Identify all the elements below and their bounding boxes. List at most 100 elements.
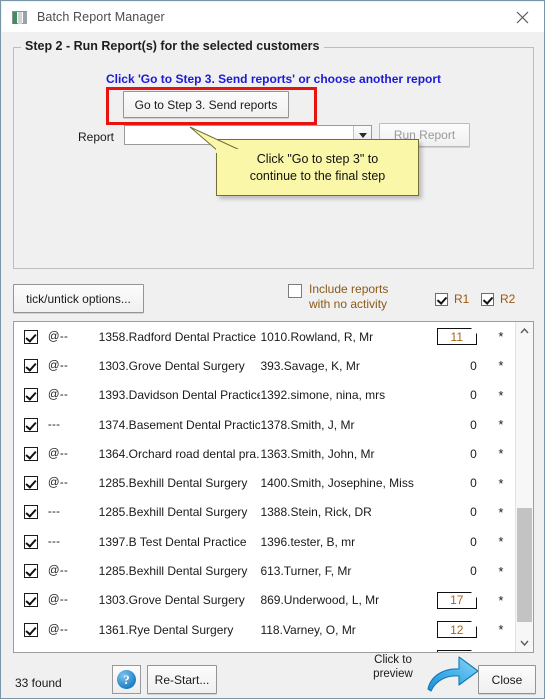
close-button[interactable]: Close (478, 665, 536, 694)
r1-checkbox[interactable] (435, 292, 448, 306)
row-person: 118.Varney, O, Mr (260, 622, 356, 637)
table-row[interactable]: @-- 1285.Bexhill Dental Surgery 1400.Smith… (14, 468, 515, 497)
table-row[interactable]: @-- 1303.Grove Dental Surgery 869.Underwoo… (14, 586, 515, 615)
row-checkbox[interactable] (23, 622, 38, 637)
r2-option[interactable]: R2 (481, 292, 515, 306)
window-title: Batch Report Manager (37, 10, 165, 24)
callout-line-1: Click "Go to step 3" to (256, 151, 379, 166)
row-person: 1363.Smith, John, Mr (260, 446, 375, 461)
row-checkbox[interactable] (23, 534, 38, 549)
include-no-activity-label-line2: with no activity (309, 297, 388, 311)
row-customer: 1285.Bexhill Dental Surgery (98, 476, 248, 491)
row-flag: --- (47, 418, 61, 431)
row-note-asterisk[interactable]: * (487, 446, 515, 461)
row-note-asterisk[interactable]: * (487, 564, 515, 579)
row-note-asterisk[interactable]: * (487, 476, 515, 491)
row-checkbox[interactable] (23, 593, 38, 608)
row-note-asterisk[interactable]: * (487, 417, 515, 432)
row-note-asterisk[interactable]: * (487, 329, 515, 344)
row-checkbox[interactable] (23, 564, 38, 579)
table-row[interactable]: @-- 1303.Grove Dental Surgery 393.Savage, … (14, 351, 515, 380)
go-to-step-3-button[interactable]: Go to Step 3. Send reports (123, 91, 289, 118)
row-flag: @-- (47, 359, 69, 372)
row-select-cell (14, 505, 48, 520)
include-no-activity-checkbox[interactable] (288, 284, 302, 298)
tick-untick-options-button[interactable]: tick/untick options... (13, 284, 144, 313)
help-button[interactable]: ? (112, 665, 141, 694)
folded-corner-icon (470, 621, 477, 628)
row-select-cell (14, 388, 48, 403)
row-note-asterisk[interactable]: * (487, 388, 515, 403)
row-count-cell: 0 (418, 418, 486, 432)
r2-checkbox[interactable] (481, 292, 494, 306)
row-customer: 1285.Bexhill Dental Surgery (98, 564, 248, 579)
close-icon[interactable] (507, 6, 537, 28)
restart-button[interactable]: Re-Start... (147, 665, 217, 694)
table-row[interactable]: --- 1285.Bexhill Dental Surgery 1388.Stein… (14, 498, 515, 527)
row-person: 1378.Smith, J, Mr (260, 417, 355, 432)
preview-line-2: preview (373, 668, 413, 681)
row-checkbox[interactable] (23, 417, 38, 432)
row-person: 1400.Smith, Josephine, Miss (260, 476, 414, 491)
callout-line-2: continue to the final step (249, 168, 386, 183)
row-count-cell: 0 (418, 564, 486, 578)
r1-option[interactable]: R1 (435, 292, 469, 306)
include-no-activity-option[interactable]: Include reports with no activity (288, 282, 389, 312)
customer-list-rows: @-- 1358.Radford Dental Practice 1010.Rowl… (14, 322, 515, 652)
row-select-cell (14, 534, 48, 549)
table-row[interactable]: --- 1374.Basement Dental Practice 1378.Smi… (14, 410, 515, 439)
list-vertical-scrollbar[interactable] (515, 322, 533, 652)
row-person: 613.Turner, F, Mr (260, 564, 352, 579)
table-row[interactable]: @-- 1361.Rye Dental Surgery 118.Varney, O,… (14, 615, 515, 644)
row-checkbox[interactable] (23, 476, 38, 491)
row-count-value: 0 (470, 505, 477, 520)
row-person: 1392.simone, nina, mrs (260, 388, 386, 403)
row-note-asterisk[interactable]: * (487, 358, 515, 373)
table-row[interactable]: @-- 1285.Bexhill Dental Surgery 613.Turner… (14, 556, 515, 585)
row-person: 1388.Stein, Rick, DR (260, 505, 372, 520)
row-select-cell (14, 329, 48, 344)
report-icon (12, 9, 28, 25)
scrollbar-thumb[interactable] (517, 508, 532, 622)
table-row[interactable]: @-- 1393.Davidson Dental Practice 1392.sim… (14, 381, 515, 410)
row-select-cell (14, 622, 48, 637)
include-no-activity-label-line1: Include reports (309, 282, 389, 296)
row-note-asterisk[interactable]: * (487, 593, 515, 608)
table-row[interactable]: @-- 1358.Radford Dental Practice 1010.Rowl… (14, 322, 515, 351)
row-count-value: 0 (470, 446, 477, 461)
row-checkbox[interactable] (23, 358, 38, 373)
row-note-asterisk[interactable]: * (487, 622, 515, 637)
r2-label: R2 (500, 292, 516, 306)
folded-corner-icon (470, 328, 477, 335)
table-row[interactable]: @-- 1364.Orchard road dental pra... 1363.S… (14, 439, 515, 468)
step2-hint-text: Click 'Go to Step 3. Send reports' or ch… (105, 72, 442, 86)
row-count-note-box[interactable]: 11 (436, 328, 477, 346)
row-note-asterisk[interactable]: * (487, 534, 515, 549)
instruction-callout: Click "Go to step 3" to continue to the … (216, 139, 419, 196)
row-checkbox[interactable] (23, 388, 38, 403)
row-customer: 1358.Radford Dental Practice (98, 329, 257, 344)
help-icon: ? (117, 670, 136, 689)
row-customer: 1393.Davidson Dental Practice (98, 388, 261, 403)
row-note-asterisk[interactable]: * (487, 505, 515, 520)
row-count-note-box[interactable]: 17 (436, 591, 477, 609)
r1-label: R1 (454, 292, 470, 306)
batch-report-manager-window: Batch Report Manager Step 2 - Run Report… (0, 0, 545, 699)
row-count-value: 0 (470, 358, 477, 373)
row-checkbox[interactable] (23, 446, 38, 461)
scroll-down-icon[interactable] (516, 634, 533, 652)
scroll-up-icon[interactable] (516, 322, 533, 340)
row-checkbox[interactable] (23, 505, 38, 520)
row-flag: @-- (47, 565, 69, 578)
row-flag: @-- (47, 447, 69, 460)
table-row[interactable]: --- 1397.B Test Dental Practice 1396.teste… (14, 527, 515, 556)
blue-arrow-icon (427, 656, 479, 692)
row-note-asterisk[interactable]: * (487, 651, 515, 652)
report-label: Report (78, 130, 115, 144)
row-flag: --- (47, 535, 61, 548)
step2-legend: Step 2 - Run Report(s) for the selected … (21, 39, 324, 53)
row-checkbox[interactable] (23, 329, 38, 344)
row-customer: 1285.Bexhill Dental Surgery (98, 505, 248, 520)
row-count-note-box[interactable]: 12 (436, 621, 477, 639)
row-count-value: 0 (470, 476, 477, 491)
